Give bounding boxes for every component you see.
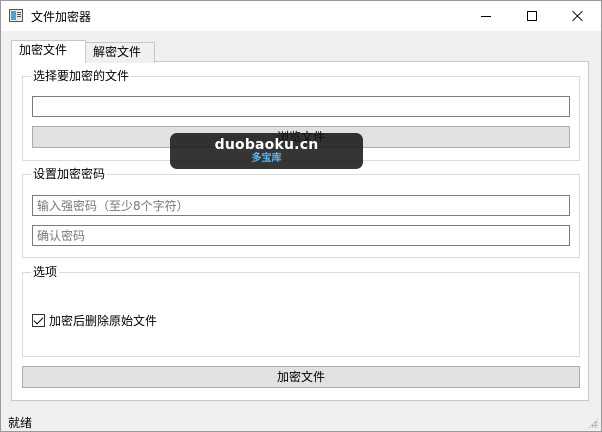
tab-decrypt[interactable]: 解密文件	[85, 42, 155, 63]
watermark-overlay: duobaoku.cn 多宝库	[170, 133, 363, 169]
tab-encrypt[interactable]: 加密文件	[11, 40, 86, 62]
status-bar: 就绪	[1, 411, 601, 431]
maximize-button[interactable]	[509, 1, 555, 31]
minimize-icon	[481, 15, 491, 17]
confirm-password-input[interactable]	[32, 225, 570, 246]
title-bar[interactable]: 文件加密器	[1, 1, 601, 31]
status-text: 就绪	[8, 416, 33, 430]
delete-original-checkbox[interactable]	[32, 314, 45, 327]
watermark-subtext: 多宝库	[251, 153, 282, 164]
delete-original-label: 加密后删除原始文件	[49, 314, 158, 328]
close-icon	[572, 10, 584, 22]
watermark-text: duobaoku.cn	[214, 137, 319, 153]
size-grip-icon[interactable]	[588, 418, 598, 428]
file-path-input[interactable]	[32, 96, 570, 117]
app-window: 文件加密器 加密文件 解密文件 选择要加密的文件 浏览文件 设置加密密码 选项 …	[0, 0, 602, 432]
password-input[interactable]	[32, 195, 570, 216]
encrypt-file-button[interactable]: 加密文件	[22, 366, 580, 388]
app-icon	[9, 9, 23, 22]
file-group-title: 选择要加密的文件	[31, 68, 132, 84]
delete-original-option[interactable]: 加密后删除原始文件	[32, 312, 157, 329]
minimize-button[interactable]	[463, 1, 509, 31]
maximize-icon	[527, 11, 537, 21]
options-group-title: 选项	[31, 264, 60, 280]
password-group-title: 设置加密密码	[31, 166, 108, 182]
close-button[interactable]	[555, 1, 601, 31]
window-title: 文件加密器	[31, 10, 92, 24]
